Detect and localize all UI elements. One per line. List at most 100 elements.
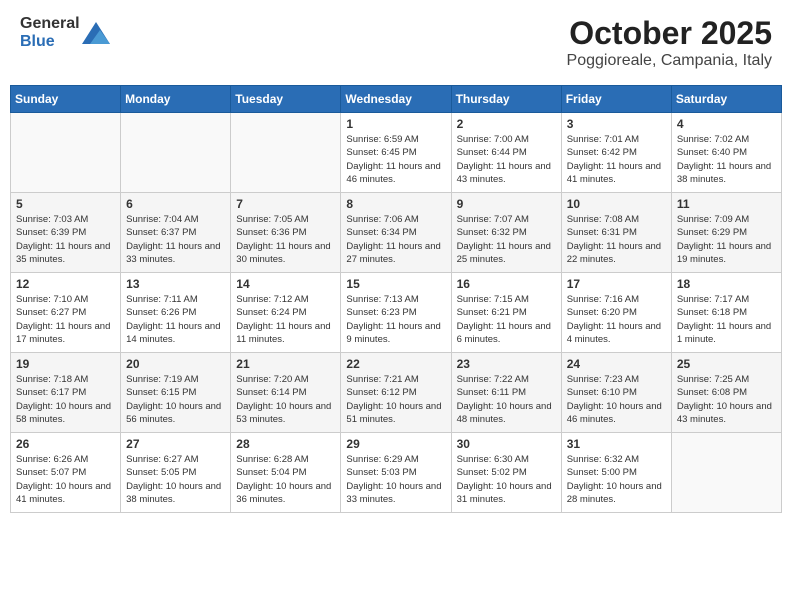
day-info: Sunrise: 7:21 AM Sunset: 6:12 PM Dayligh… xyxy=(346,373,445,426)
title-area: October 2025 Poggioreale, Campania, Ital… xyxy=(567,15,772,70)
calendar-header: SundayMondayTuesdayWednesdayThursdayFrid… xyxy=(11,86,782,113)
header-row: SundayMondayTuesdayWednesdayThursdayFrid… xyxy=(11,86,782,113)
day-info: Sunrise: 7:06 AM Sunset: 6:34 PM Dayligh… xyxy=(346,213,445,266)
calendar-cell: 9 Sunrise: 7:07 AM Sunset: 6:32 PM Daylig… xyxy=(451,193,561,273)
week-row-3: 12 Sunrise: 7:10 AM Sunset: 6:27 PM Dayli… xyxy=(11,273,782,353)
day-number: 14 xyxy=(236,277,335,291)
header-day-thursday: Thursday xyxy=(451,86,561,113)
calendar-cell: 22 Sunrise: 7:21 AM Sunset: 6:12 PM Dayli… xyxy=(341,353,451,433)
day-number: 24 xyxy=(567,357,666,371)
day-info: Sunrise: 7:09 AM Sunset: 6:29 PM Dayligh… xyxy=(677,213,776,266)
day-number: 2 xyxy=(457,117,556,131)
logo-general-text: General xyxy=(20,15,80,32)
header-day-saturday: Saturday xyxy=(671,86,781,113)
day-number: 6 xyxy=(126,197,225,211)
calendar-cell: 7 Sunrise: 7:05 AM Sunset: 6:36 PM Daylig… xyxy=(231,193,341,273)
day-info: Sunrise: 7:23 AM Sunset: 6:10 PM Dayligh… xyxy=(567,373,666,426)
calendar-table: SundayMondayTuesdayWednesdayThursdayFrid… xyxy=(10,85,782,513)
calendar-cell: 10Sunrise: 7:08 AM Sunset: 6:31 PM Dayli… xyxy=(561,193,671,273)
calendar-cell: 31Sunrise: 6:32 AM Sunset: 5:00 PM Dayli… xyxy=(561,433,671,513)
logo-icon xyxy=(82,22,110,44)
day-info: Sunrise: 7:11 AM Sunset: 6:26 PM Dayligh… xyxy=(126,293,225,346)
calendar-cell: 4 Sunrise: 7:02 AM Sunset: 6:40 PM Daylig… xyxy=(671,113,781,193)
calendar-cell: 21 Sunrise: 7:20 AM Sunset: 6:14 PM Dayli… xyxy=(231,353,341,433)
calendar-cell: 14 Sunrise: 7:12 AM Sunset: 6:24 PM Dayli… xyxy=(231,273,341,353)
day-number: 25 xyxy=(677,357,776,371)
day-info: Sunrise: 7:20 AM Sunset: 6:14 PM Dayligh… xyxy=(236,373,335,426)
day-number: 9 xyxy=(457,197,556,211)
calendar-cell: 3 Sunrise: 7:01 AM Sunset: 6:42 PM Daylig… xyxy=(561,113,671,193)
day-info: Sunrise: 7:03 AM Sunset: 6:39 PM Dayligh… xyxy=(16,213,115,266)
week-row-5: 26Sunrise: 6:26 AM Sunset: 5:07 PM Dayli… xyxy=(11,433,782,513)
day-number: 1 xyxy=(346,117,445,131)
calendar-cell: 13 Sunrise: 7:11 AM Sunset: 6:26 PM Dayli… xyxy=(121,273,231,353)
day-number: 12 xyxy=(16,277,115,291)
calendar-cell: 6Sunrise: 7:04 AM Sunset: 6:37 PM Daylig… xyxy=(121,193,231,273)
calendar-cell xyxy=(121,113,231,193)
day-info: Sunrise: 6:29 AM Sunset: 5:03 PM Dayligh… xyxy=(346,453,445,506)
day-info: Sunrise: 7:16 AM Sunset: 6:20 PM Dayligh… xyxy=(567,293,666,346)
calendar-cell xyxy=(671,433,781,513)
day-info: Sunrise: 7:05 AM Sunset: 6:36 PM Dayligh… xyxy=(236,213,335,266)
day-info: Sunrise: 6:28 AM Sunset: 5:04 PM Dayligh… xyxy=(236,453,335,506)
day-number: 3 xyxy=(567,117,666,131)
calendar-cell xyxy=(11,113,121,193)
day-number: 20 xyxy=(126,357,225,371)
day-number: 18 xyxy=(677,277,776,291)
week-row-2: 5 Sunrise: 7:03 AM Sunset: 6:39 PM Daylig… xyxy=(11,193,782,273)
calendar-body: 1 Sunrise: 6:59 AM Sunset: 6:45 PM Daylig… xyxy=(11,113,782,513)
calendar-cell: 24 Sunrise: 7:23 AM Sunset: 6:10 PM Dayli… xyxy=(561,353,671,433)
calendar-cell: 29 Sunrise: 6:29 AM Sunset: 5:03 PM Dayli… xyxy=(341,433,451,513)
calendar-cell: 25Sunrise: 7:25 AM Sunset: 6:08 PM Dayli… xyxy=(671,353,781,433)
header-day-friday: Friday xyxy=(561,86,671,113)
calendar-cell: 20 Sunrise: 7:19 AM Sunset: 6:15 PM Dayli… xyxy=(121,353,231,433)
header-day-sunday: Sunday xyxy=(11,86,121,113)
day-number: 10 xyxy=(567,197,666,211)
header-day-monday: Monday xyxy=(121,86,231,113)
day-info: Sunrise: 6:27 AM Sunset: 5:05 PM Dayligh… xyxy=(126,453,225,506)
header-day-wednesday: Wednesday xyxy=(341,86,451,113)
calendar-cell: 28 Sunrise: 6:28 AM Sunset: 5:04 PM Dayli… xyxy=(231,433,341,513)
day-number: 4 xyxy=(677,117,776,131)
day-info: Sunrise: 7:15 AM Sunset: 6:21 PM Dayligh… xyxy=(457,293,556,346)
day-number: 22 xyxy=(346,357,445,371)
calendar-cell: 26Sunrise: 6:26 AM Sunset: 5:07 PM Dayli… xyxy=(11,433,121,513)
calendar-cell: 2Sunrise: 7:00 AM Sunset: 6:44 PM Daylig… xyxy=(451,113,561,193)
day-number: 29 xyxy=(346,437,445,451)
day-info: Sunrise: 7:10 AM Sunset: 6:27 PM Dayligh… xyxy=(16,293,115,346)
day-number: 5 xyxy=(16,197,115,211)
day-number: 7 xyxy=(236,197,335,211)
day-info: Sunrise: 7:07 AM Sunset: 6:32 PM Dayligh… xyxy=(457,213,556,266)
calendar-cell: 23Sunrise: 7:22 AM Sunset: 6:11 PM Dayli… xyxy=(451,353,561,433)
day-info: Sunrise: 7:12 AM Sunset: 6:24 PM Dayligh… xyxy=(236,293,335,346)
day-number: 30 xyxy=(457,437,556,451)
logo: General Blue xyxy=(20,15,110,51)
header-day-tuesday: Tuesday xyxy=(231,86,341,113)
location-title: Poggioreale, Campania, Italy xyxy=(567,52,772,70)
calendar-cell: 15Sunrise: 7:13 AM Sunset: 6:23 PM Dayli… xyxy=(341,273,451,353)
day-number: 23 xyxy=(457,357,556,371)
calendar-cell: 16Sunrise: 7:15 AM Sunset: 6:21 PM Dayli… xyxy=(451,273,561,353)
calendar-cell: 1 Sunrise: 6:59 AM Sunset: 6:45 PM Daylig… xyxy=(341,113,451,193)
day-number: 13 xyxy=(126,277,225,291)
day-info: Sunrise: 7:13 AM Sunset: 6:23 PM Dayligh… xyxy=(346,293,445,346)
day-number: 31 xyxy=(567,437,666,451)
day-number: 21 xyxy=(236,357,335,371)
calendar-cell: 17Sunrise: 7:16 AM Sunset: 6:20 PM Dayli… xyxy=(561,273,671,353)
calendar-cell: 12 Sunrise: 7:10 AM Sunset: 6:27 PM Dayli… xyxy=(11,273,121,353)
calendar-cell: 27Sunrise: 6:27 AM Sunset: 5:05 PM Dayli… xyxy=(121,433,231,513)
week-row-4: 19Sunrise: 7:18 AM Sunset: 6:17 PM Dayli… xyxy=(11,353,782,433)
day-info: Sunrise: 7:02 AM Sunset: 6:40 PM Dayligh… xyxy=(677,133,776,186)
day-number: 28 xyxy=(236,437,335,451)
month-title: October 2025 xyxy=(567,15,772,52)
calendar-cell: 5 Sunrise: 7:03 AM Sunset: 6:39 PM Daylig… xyxy=(11,193,121,273)
day-info: Sunrise: 6:59 AM Sunset: 6:45 PM Dayligh… xyxy=(346,133,445,186)
logo-blue-text: Blue xyxy=(20,33,55,50)
day-number: 8 xyxy=(346,197,445,211)
calendar-cell: 18Sunrise: 7:17 AM Sunset: 6:18 PM Dayli… xyxy=(671,273,781,353)
day-number: 26 xyxy=(16,437,115,451)
day-info: Sunrise: 7:19 AM Sunset: 6:15 PM Dayligh… xyxy=(126,373,225,426)
calendar-cell: 30Sunrise: 6:30 AM Sunset: 5:02 PM Dayli… xyxy=(451,433,561,513)
day-info: Sunrise: 7:01 AM Sunset: 6:42 PM Dayligh… xyxy=(567,133,666,186)
day-number: 11 xyxy=(677,197,776,211)
